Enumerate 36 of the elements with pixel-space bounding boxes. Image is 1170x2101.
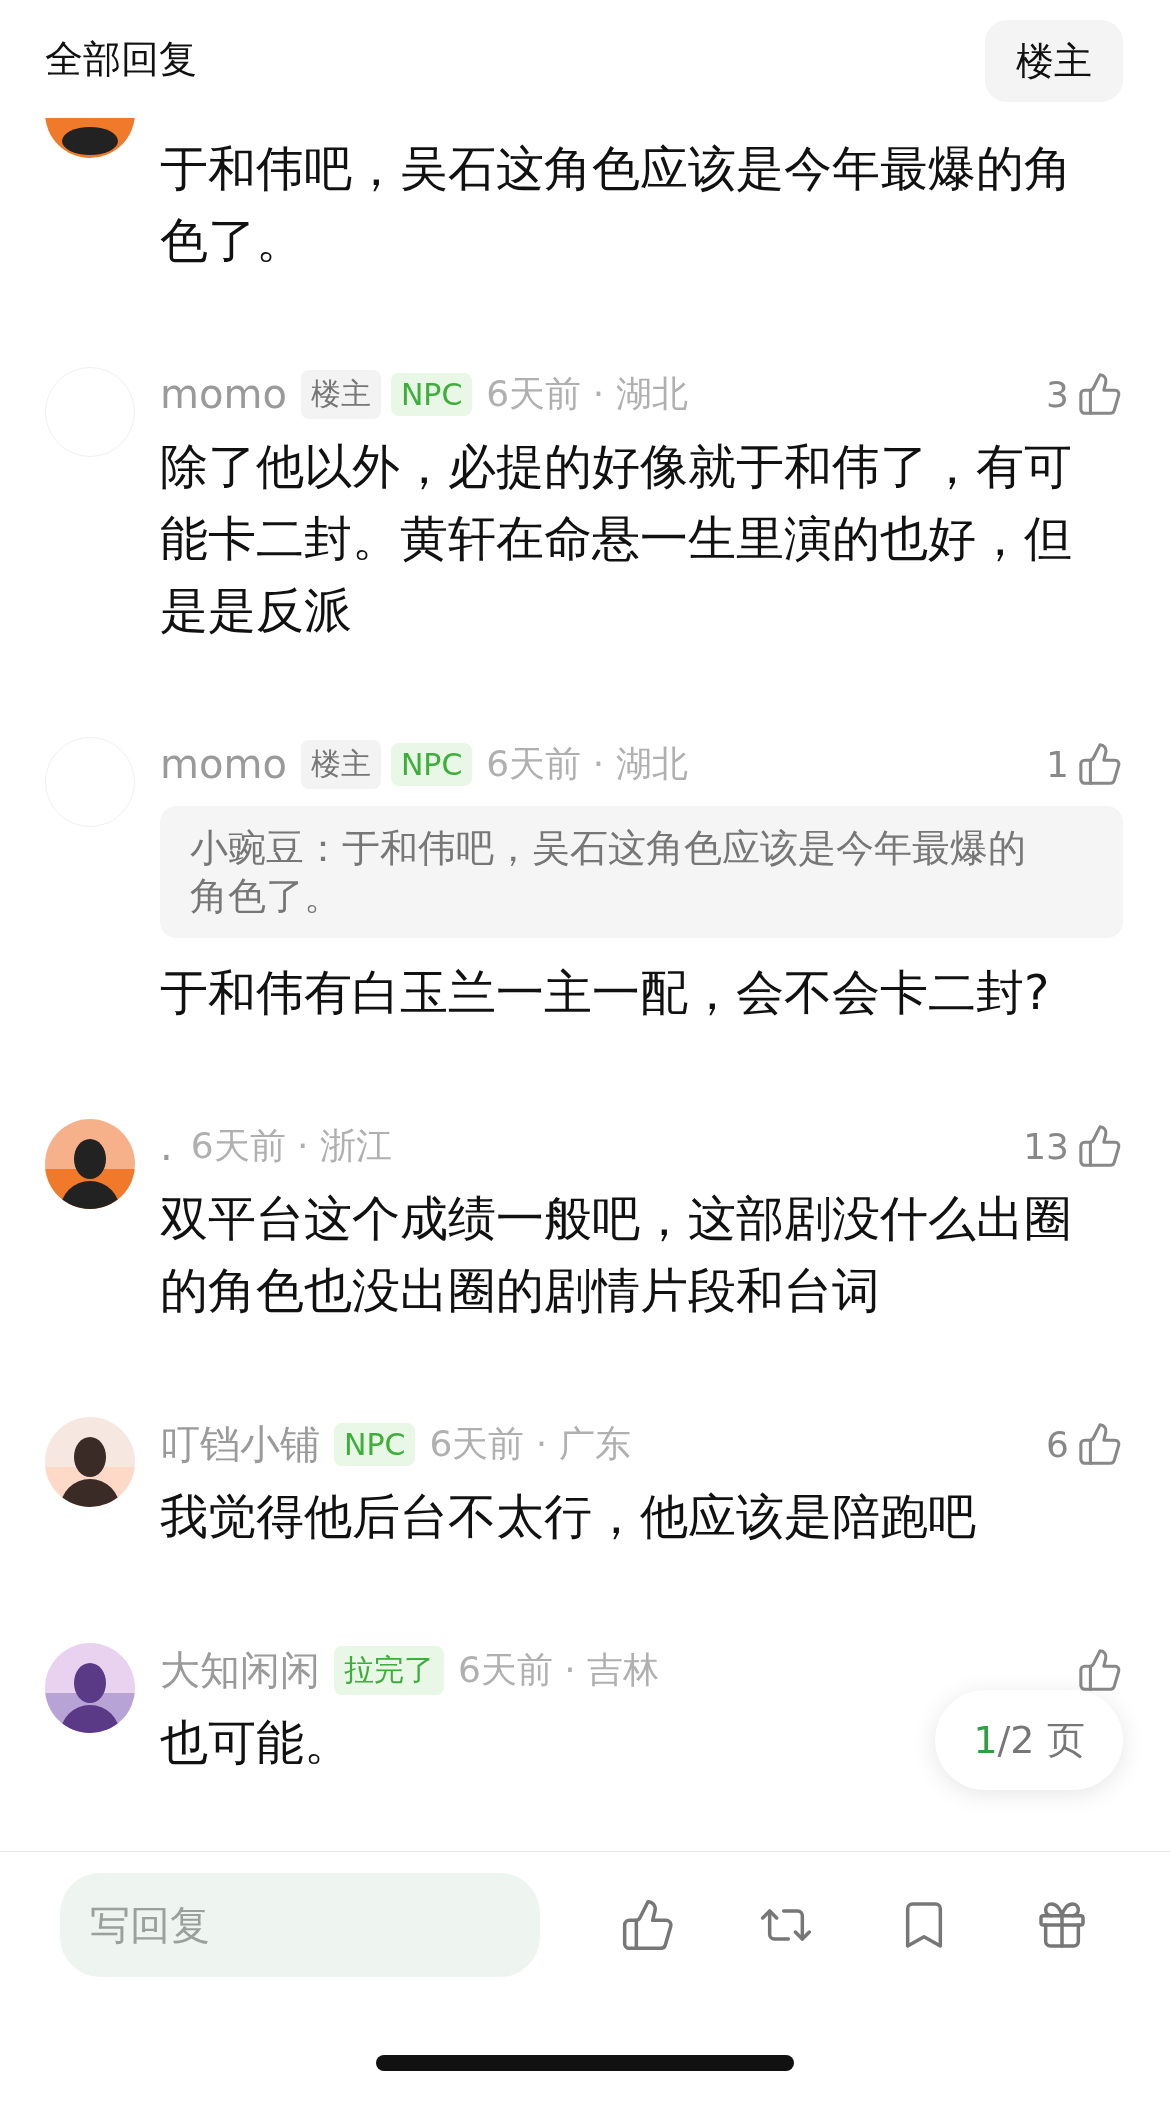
comment-meta: 6天前 · 湖北 — [486, 371, 688, 416]
user-badge: NPC — [334, 1422, 416, 1466]
username[interactable]: 大知闲闲 — [160, 1642, 320, 1698]
username[interactable]: momo — [160, 741, 287, 787]
comment-text: 我觉得他后台不太行，他应该是陪跑吧 — [160, 1487, 976, 1546]
user-badge: 拉完了 — [334, 1645, 444, 1695]
like-icon[interactable] — [1077, 1123, 1123, 1169]
like-count: 3 — [1046, 373, 1069, 415]
section-title: 全部回复 — [45, 35, 197, 83]
username[interactable]: 叮铛小铺 — [160, 1416, 320, 1472]
quoted-reply: 小豌豆：于和伟吧，吴石这角色应该是今年最爆的角色了。 — [160, 806, 1123, 938]
comment-meta: 6天前 · 浙江 — [190, 1123, 392, 1168]
user-badge: 楼主 — [300, 369, 381, 419]
comment-text: 于和伟有白玉兰一主一配，会不会卡二封? — [160, 963, 1050, 1022]
page-indicator[interactable]: 1/2 页 — [935, 1690, 1123, 1790]
like-count: 13 — [1023, 1125, 1069, 1167]
user-badge: NPC — [390, 742, 473, 786]
reply-field[interactable]: 写回复 — [60, 1873, 540, 1977]
filter-button[interactable]: 楼主 — [985, 20, 1123, 102]
comment-meta: 6天前 · 广东 — [429, 1421, 631, 1466]
like-icon[interactable] — [1077, 741, 1123, 787]
username[interactable]: . — [160, 1123, 173, 1169]
comment-text: 除了他以外，必提的好像就于和伟了，有可能卡二封。黄轩在命悬一生里演的也好，但是是反派 — [160, 437, 1073, 640]
username[interactable]: momo — [160, 371, 287, 417]
comment-meta: 6天前 · 吉林 — [458, 1647, 660, 1692]
like-icon[interactable] — [1077, 1421, 1123, 1467]
like-icon[interactable] — [1077, 371, 1123, 417]
like-icon[interactable] — [1077, 1647, 1123, 1693]
comment-meta: 6天前 · 湖北 — [486, 741, 688, 786]
user-badge: NPC — [390, 372, 473, 416]
comment-text: 双平台这个成绩一般吧，这部剧没什么出圈的角色也没出圈的剧情片段和台词 — [160, 1189, 1073, 1320]
comment-text: 于和伟吧，吴石这角色应该是今年最爆的角色了。 — [160, 139, 1073, 270]
like-count: 6 — [1046, 1423, 1069, 1465]
user-badge: 楼主 — [300, 739, 381, 789]
comment-text: 也可能。 — [160, 1713, 352, 1772]
like-count: 1 — [1046, 743, 1069, 785]
